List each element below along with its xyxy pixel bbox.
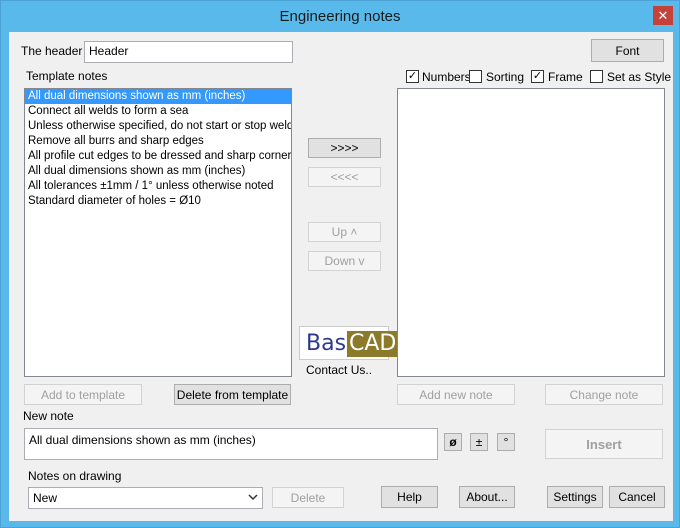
numbers-checkbox[interactable]: ✓ xyxy=(406,70,419,83)
diameter-symbol-button[interactable]: ø xyxy=(444,433,462,451)
template-note-item[interactable]: All dual dimensions shown as mm (inches) xyxy=(25,164,291,179)
sorting-label: Sorting xyxy=(486,70,525,84)
move-right-button[interactable]: >>>> xyxy=(308,138,381,158)
dialog-body: The header Header Font Template notes Al… xyxy=(9,32,673,521)
logo-text-basi: Basi xyxy=(306,331,353,356)
chevron-down-icon[interactable] xyxy=(248,490,258,507)
window-title: Engineering notes xyxy=(279,8,401,25)
header-label: The header xyxy=(21,44,83,58)
logo-text-cad: CAD xyxy=(347,331,399,357)
new-note-input[interactable]: All dual dimensions shown as mm (inches) xyxy=(24,428,438,460)
set-as-style-checkbox[interactable] xyxy=(590,70,603,83)
template-note-item[interactable]: All profile cut edges to be dressed and … xyxy=(25,149,291,164)
engineering-notes-window: Engineering notes ✕ The header Header Fo… xyxy=(0,0,680,528)
title-bar[interactable]: Engineering notes ✕ xyxy=(1,1,679,33)
template-note-item[interactable]: Remove all burrs and sharp edges xyxy=(25,134,291,149)
frame-checkbox[interactable]: ✓ xyxy=(531,70,544,83)
template-note-item[interactable]: All tolerances ±1mm / 1° unless otherwis… xyxy=(25,179,291,194)
help-button[interactable]: Help xyxy=(381,486,438,508)
settings-button[interactable]: Settings xyxy=(547,486,603,508)
template-note-item[interactable]: Connect all welds to form a sea xyxy=(25,104,291,119)
numbers-label: Numbers xyxy=(422,70,471,84)
change-note-button[interactable]: Change note xyxy=(545,384,663,405)
font-button[interactable]: Font xyxy=(591,39,664,62)
template-notes-list[interactable]: All dual dimensions shown as mm (inches)… xyxy=(24,88,292,377)
add-new-note-button[interactable]: Add new note xyxy=(397,384,515,405)
basicad-logo[interactable]: Basi CAD xyxy=(299,326,399,360)
notes-list[interactable] xyxy=(397,88,665,377)
add-to-template-button[interactable]: Add to template xyxy=(24,384,142,405)
sorting-checkbox[interactable] xyxy=(469,70,482,83)
notes-on-drawing-label: Notes on drawing xyxy=(28,469,122,483)
contact-us-link[interactable]: Contact Us.. xyxy=(306,363,372,377)
template-note-item[interactable]: Unless otherwise specified, do not start… xyxy=(25,119,291,134)
insert-button[interactable]: Insert xyxy=(545,429,663,459)
delete-from-template-button[interactable]: Delete from template xyxy=(174,384,291,405)
close-icon[interactable]: ✕ xyxy=(653,6,673,25)
template-note-item[interactable]: Standard diameter of holes = Ø10 xyxy=(25,194,291,209)
plusminus-symbol-button[interactable]: ± xyxy=(470,433,488,451)
move-left-button[interactable]: <<<< xyxy=(308,167,381,187)
template-note-item[interactable]: All dual dimensions shown as mm (inches) xyxy=(25,89,291,104)
template-notes-label: Template notes xyxy=(26,69,108,83)
header-input[interactable]: Header xyxy=(84,41,293,63)
notes-on-drawing-value: New xyxy=(33,491,58,505)
about-button[interactable]: About... xyxy=(459,486,515,508)
notes-on-drawing-select[interactable]: New xyxy=(28,487,263,509)
move-down-button[interactable]: Down v xyxy=(308,251,381,271)
delete-drawing-note-button[interactable]: Delete xyxy=(272,487,344,508)
set-as-style-label: Set as Style xyxy=(607,70,672,84)
move-up-button[interactable]: Up ˄ xyxy=(308,222,381,242)
frame-label: Frame xyxy=(548,70,583,84)
cancel-button[interactable]: Cancel xyxy=(609,486,665,508)
degree-symbol-button[interactable]: ° xyxy=(497,433,515,451)
new-note-label: New note xyxy=(23,409,74,423)
